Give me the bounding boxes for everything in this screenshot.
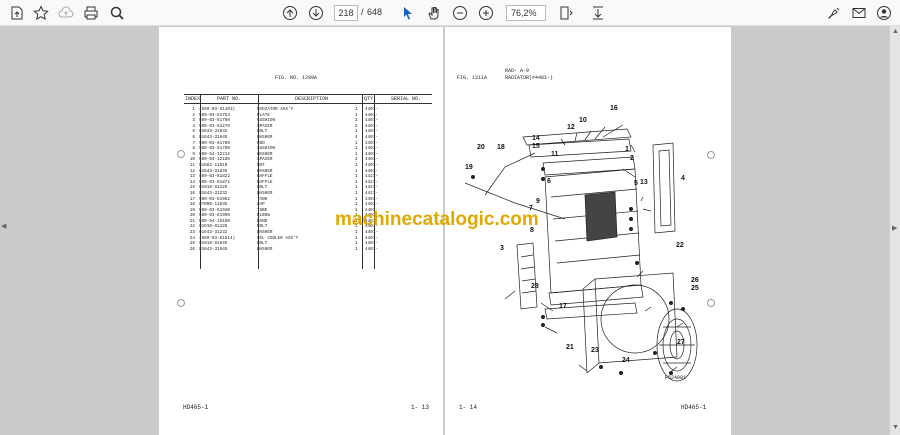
callout-23: 23 bbox=[591, 347, 599, 354]
callout-11: 11 bbox=[551, 151, 559, 158]
scroll-up-icon[interactable]: ▲ bbox=[892, 28, 899, 35]
callout-2: 2 bbox=[630, 155, 634, 162]
table-cell: 4401- bbox=[365, 246, 378, 252]
callout-12: 12 bbox=[567, 124, 575, 131]
sign-icon[interactable] bbox=[824, 3, 844, 23]
callout-5: 5 bbox=[634, 180, 638, 187]
next-page-icon[interactable] bbox=[306, 3, 326, 23]
callout-4: 4 bbox=[681, 175, 685, 182]
callout-6: 6 bbox=[547, 178, 551, 185]
callout-18: 18 bbox=[497, 144, 505, 151]
footer-page: 1- 14 bbox=[459, 404, 478, 411]
figure-code: F524081 bbox=[665, 375, 687, 381]
hand-tool-icon[interactable] bbox=[424, 3, 444, 23]
footer-model: HD465-1 bbox=[681, 404, 707, 411]
cloud-upload-icon[interactable] bbox=[56, 3, 76, 23]
table-cell: 26 bbox=[189, 246, 195, 252]
left-page: FIG. NO. 1209A INDEX PART NO. DESCRIPTIO… bbox=[159, 27, 443, 435]
email-icon[interactable] bbox=[849, 3, 869, 23]
punch-hole bbox=[177, 299, 185, 307]
right-page: RAD- A-9 FIG. 1211A RADIATOR(#4401-) 1 2… bbox=[445, 27, 731, 435]
punch-hole bbox=[177, 150, 185, 158]
footer-model: HD465-1 bbox=[183, 404, 209, 411]
callout-27: 27 bbox=[677, 339, 685, 346]
callout-21: 21 bbox=[566, 344, 574, 351]
select-cursor-icon[interactable] bbox=[398, 3, 418, 23]
callout-15: 15 bbox=[532, 143, 540, 150]
total-pages: 648 bbox=[367, 7, 383, 17]
left-panel-edge: ◀ bbox=[0, 26, 8, 435]
table-cell: 1 bbox=[355, 246, 358, 252]
fig-number: FIG. NO. 1209A bbox=[275, 75, 318, 81]
table-row: 26 01643-31645 WASHER 1 4401- bbox=[185, 247, 399, 253]
right-arrow-icon[interactable]: ▶ bbox=[892, 224, 897, 232]
table-cell: 01643-31645 bbox=[199, 246, 228, 252]
callout-9: 9 bbox=[536, 198, 540, 205]
table-cell: WASHER bbox=[257, 246, 273, 252]
callout-20: 20 bbox=[477, 144, 485, 151]
col-description: DESCRIPTION bbox=[295, 96, 329, 102]
print-icon[interactable] bbox=[81, 3, 101, 23]
scroll-down-icon[interactable]: ▼ bbox=[892, 424, 899, 431]
callout-16: 16 bbox=[610, 105, 618, 112]
col-serial-no: SERIAL NO. bbox=[391, 96, 422, 102]
previous-page-icon[interactable] bbox=[280, 3, 300, 23]
callout-10: 10 bbox=[579, 117, 587, 124]
callout-3: 3 bbox=[500, 245, 504, 252]
footer-page: 1- 13 bbox=[411, 404, 430, 411]
upload-file-icon[interactable] bbox=[7, 3, 27, 23]
vertical-scrollbar[interactable]: ▲ ▶ ▼ bbox=[890, 26, 900, 435]
col-qty: QTY bbox=[364, 96, 374, 102]
bookmark-star-icon[interactable] bbox=[31, 3, 51, 23]
col-part-no: PART NO. bbox=[217, 96, 242, 102]
page-separator: / bbox=[361, 7, 364, 17]
zoom-level-select[interactable]: 76,2% bbox=[506, 5, 546, 21]
radiator-exploded-diagram bbox=[464, 124, 698, 382]
col-index: INDEX bbox=[185, 96, 201, 102]
callout-19: 19 bbox=[465, 164, 473, 171]
watermark: machinecatalogic.com bbox=[335, 209, 539, 230]
callout-24: 24 bbox=[622, 357, 630, 364]
zoom-in-icon[interactable] bbox=[476, 3, 496, 23]
callout-25: 25 bbox=[691, 285, 699, 292]
table-row: 1 (569-03-61103) RADIATOR ASS'Y 1 4401- bbox=[185, 107, 399, 113]
callout-26: 26 bbox=[691, 277, 699, 284]
left-arrow-icon[interactable]: ◀ bbox=[1, 222, 6, 230]
callout-22: 22 bbox=[676, 242, 684, 249]
zoom-out-icon[interactable] bbox=[450, 3, 470, 23]
callout-1: 1 bbox=[625, 146, 629, 153]
page-number-input[interactable]: 218 bbox=[334, 5, 358, 21]
callout-17: 17 bbox=[559, 303, 567, 310]
callout-28: 28 bbox=[531, 283, 539, 290]
callout-14: 14 bbox=[532, 135, 540, 142]
scroll-mode-icon[interactable] bbox=[588, 3, 608, 23]
search-icon[interactable] bbox=[107, 3, 127, 23]
pdf-toolbar: 218 / 648 76,2% bbox=[0, 0, 900, 26]
callout-13: 13 bbox=[640, 179, 648, 186]
fit-page-icon[interactable] bbox=[556, 3, 576, 23]
account-icon[interactable] bbox=[874, 3, 894, 23]
